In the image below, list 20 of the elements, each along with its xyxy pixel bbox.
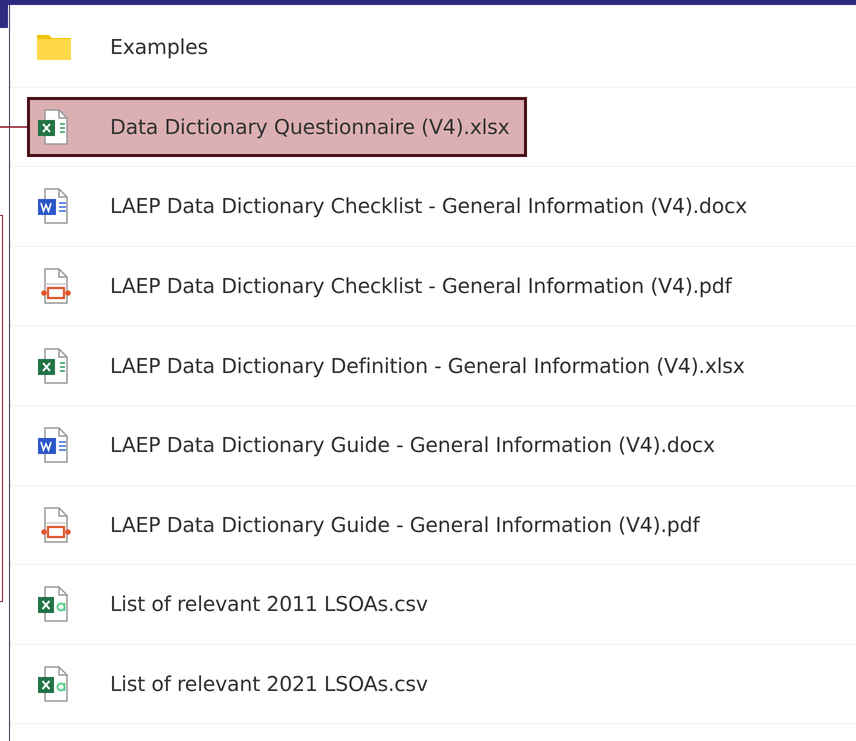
file-item[interactable]: List of relevant 2021 LSOAs.csv <box>27 654 445 714</box>
file-name: List of relevant 2021 LSOAs.csv <box>110 672 428 696</box>
leader-line <box>0 124 27 129</box>
file-item[interactable]: Examples <box>27 17 226 78</box>
file-name: LAEP Data Dictionary Checklist - General Information (V4).docx <box>110 194 748 218</box>
file-name: LAEP Data Dictionary Checklist - General Information (V4).pdf <box>110 274 732 298</box>
file-item[interactable]: LAEP Data Dictionary Checklist - General Information (V4).docx <box>27 176 764 236</box>
file-name: LAEP Data Dictionary Guide - General Information (V4).pdf <box>110 512 700 537</box>
file-item[interactable]: LAEP Data Dictionary Definition - General Information (V4).xlsx <box>27 336 762 396</box>
file-item[interactable]: Data Dictionary Questionnaire (V4).xlsx <box>27 96 527 157</box>
file-item[interactable]: LAEP Data Dictionary Checklist - General Information (V4).pdf <box>27 256 749 316</box>
file-item[interactable]: LAEP Data Dictionary Guide - General Information (V4).pdf <box>27 494 716 555</box>
sidebar-strip <box>0 5 8 28</box>
file-name: LAEP Data Dictionary Definition - General Information (V4).xlsx <box>110 354 745 378</box>
file-item[interactable]: List of relevant 2011 LSOAs.csv <box>27 574 445 634</box>
file-name: List of relevant 2011 LSOAs.csv <box>110 592 428 616</box>
file-name: Examples <box>110 35 208 60</box>
file-item[interactable]: LAEP Data Dictionary Guide - General Information (V4).docx <box>27 415 732 476</box>
file-name: LAEP Data Dictionary Guide - General Information (V4).docx <box>110 433 715 458</box>
file-name: Data Dictionary Questionnaire (V4).xlsx <box>110 114 510 139</box>
